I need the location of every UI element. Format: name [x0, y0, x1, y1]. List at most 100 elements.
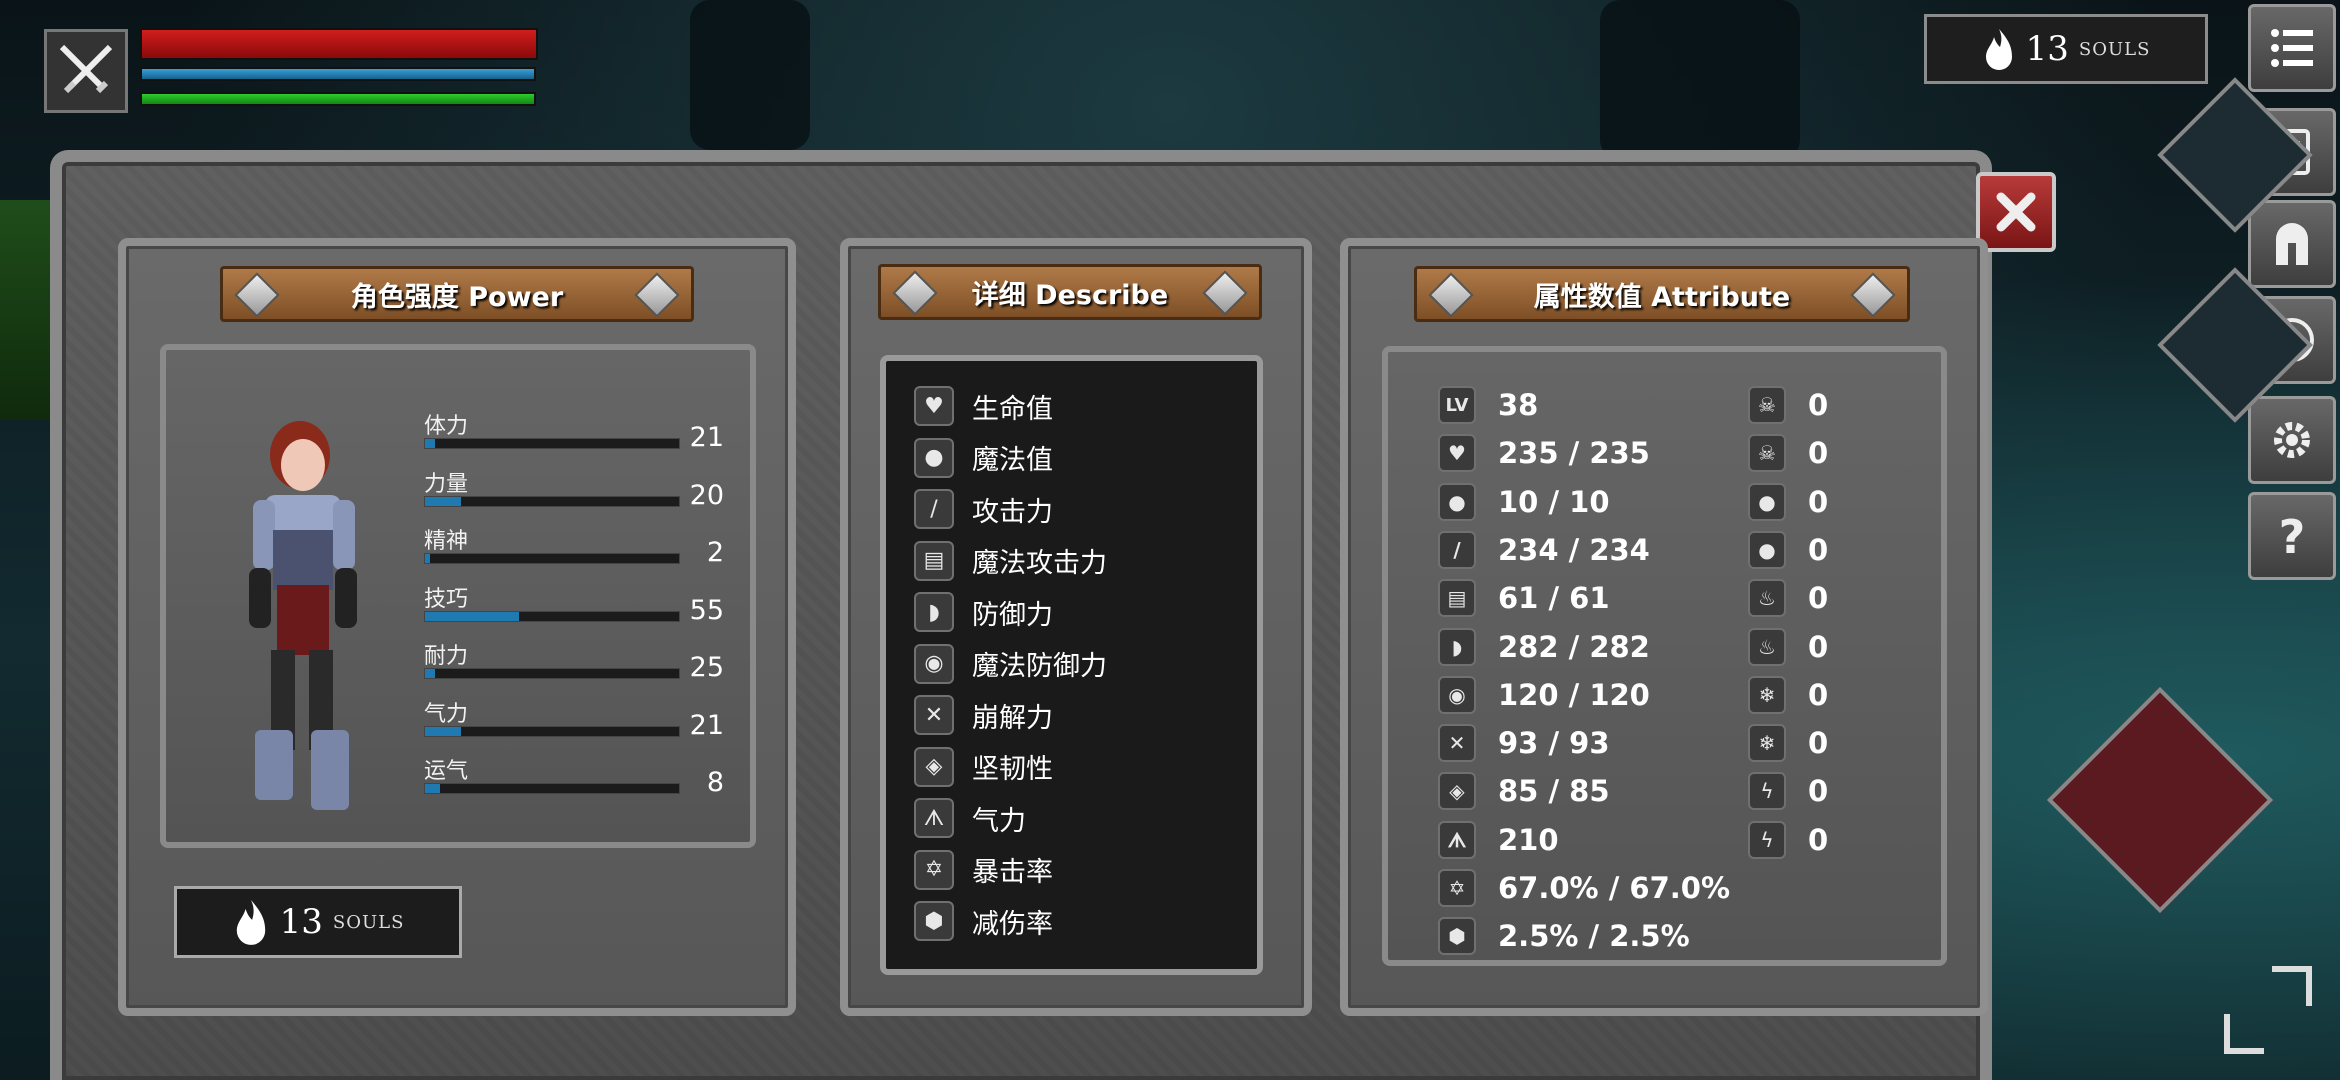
heart-icon: ♥	[914, 386, 954, 426]
stat-bar	[424, 610, 680, 622]
stat-label: 力量	[424, 471, 469, 497]
menu-list-button[interactable]	[2248, 4, 2336, 92]
resist-value: 0	[1808, 388, 1829, 422]
attribute-value: 38	[1498, 388, 1539, 422]
resist-row: ϟ0	[1748, 770, 1828, 812]
stat-bar-fill	[425, 439, 436, 448]
close-button[interactable]	[1976, 172, 2056, 252]
attribute-row: / 234 / 234	[1438, 529, 1650, 571]
souls-panel-count: 13	[279, 902, 323, 942]
attribute-row: ▤ 61 / 61	[1438, 577, 1610, 619]
close-icon	[1996, 192, 2036, 232]
describe-row: ♥ 生命值	[914, 384, 1053, 428]
souls-count: 13	[2025, 29, 2069, 69]
describe-row: ᗑ 气力	[914, 796, 1026, 840]
attribute-value: 234 / 234	[1498, 532, 1650, 567]
attribute-row: ♥ 235 / 235	[1438, 432, 1650, 474]
stat-bar-fill	[425, 669, 436, 678]
corner-marker	[2272, 966, 2312, 1006]
helmet-icon: ◈	[1438, 772, 1476, 811]
flame-icon	[236, 900, 265, 945]
resist-row: ♨ 0	[1748, 626, 1828, 668]
break-icon: ✕	[914, 695, 954, 735]
resist-value: 0	[1808, 726, 1829, 761]
stat-bar-fill	[425, 611, 519, 621]
stat-label: 运气	[424, 759, 469, 784]
damage-reduction-icon: ⬢	[914, 901, 954, 941]
power-stat-row: 精神 2	[424, 523, 724, 573]
stat-value: 21	[689, 422, 724, 453]
attribute-value: 67.0% / 67.0%	[1498, 871, 1730, 905]
describe-row: / 攻击力	[914, 487, 1053, 531]
gear-icon	[2274, 422, 2310, 458]
resist-value: 0	[1808, 436, 1829, 471]
attribute-row: ◗ 282 / 282	[1438, 626, 1650, 668]
souls-panel-label: SOULS	[332, 911, 405, 933]
describe-label: 暴击率	[972, 857, 1053, 888]
power-stat-row: 力量 20	[424, 466, 724, 516]
power-stat-row: 运气 8	[424, 753, 724, 803]
stat-bar-fill	[425, 784, 441, 793]
settings-button[interactable]	[2248, 396, 2336, 484]
magic-shield-icon: ◉	[914, 643, 954, 684]
resist-row: ϟ0	[1748, 819, 1828, 861]
poison-resist-icon: ☠	[1748, 434, 1786, 473]
describe-label: 气力	[972, 805, 1026, 837]
describe-label: 魔法攻击力	[972, 548, 1107, 579]
describe-label: 攻击力	[972, 496, 1053, 528]
stat-label: 技巧	[424, 586, 469, 612]
resist-row: ❄ 0	[1748, 722, 1828, 764]
flame-icon	[1985, 29, 2012, 70]
describe-title: 详细 Describe	[971, 279, 1169, 311]
stat-value: 20	[689, 479, 724, 511]
attribute-value: 85 / 85	[1498, 774, 1610, 809]
help-button[interactable]: ?	[2248, 492, 2336, 580]
lightning-icon: ϟ	[1748, 772, 1786, 811]
describe-label: 减伤率	[972, 908, 1053, 940]
describe-row: ● 魔法值	[914, 436, 1053, 480]
resist-row: ☠ 0	[1748, 384, 1828, 426]
resist-value: 0	[1808, 774, 1829, 809]
attribute-row: LV 38	[1438, 384, 1538, 426]
resist-row: ● 0	[1748, 529, 1828, 571]
break-icon: ✕	[1438, 724, 1476, 763]
souls-panel: 13 SOULS	[174, 886, 462, 958]
resist-value: 0	[1808, 629, 1829, 664]
svg-text:?: ?	[2279, 511, 2306, 561]
stat-bar-fill	[425, 554, 431, 563]
crit-star-icon: ✡	[914, 849, 954, 890]
describe-label: 防御力	[972, 599, 1053, 631]
describe-row: ◗ 防御力	[914, 590, 1053, 634]
corner-marker	[2224, 1014, 2264, 1054]
describe-label: 魔法防御力	[972, 651, 1107, 682]
stat-bar	[424, 495, 680, 507]
describe-label: 魔法值	[972, 445, 1053, 476]
stat-value: 2	[706, 537, 724, 568]
souls-counter: 13 SOULS	[1924, 14, 2208, 84]
describe-label: 生命值	[972, 393, 1053, 425]
equipment-button[interactable]	[2248, 200, 2336, 288]
helmet-icon: ◈	[914, 746, 954, 787]
stat-value: 25	[689, 652, 724, 683]
power-stat-row: 体力 21	[424, 408, 724, 458]
attribute-value: 2.5% / 2.5%	[1498, 919, 1690, 954]
head-icon: ●	[914, 437, 954, 478]
power-title: 角色强度 Power	[350, 281, 564, 313]
stat-bar-fill	[425, 496, 461, 506]
stat-bar	[424, 725, 680, 737]
head-icon: ●	[1438, 482, 1476, 521]
help-icon: ?	[2279, 511, 2306, 561]
crossed-swords-icon[interactable]	[44, 29, 128, 113]
attribute-value: 10 / 10	[1498, 484, 1610, 519]
lightning-resist-icon: ϟ	[1748, 820, 1786, 859]
damage-reduction-icon: ⬢	[1438, 917, 1476, 956]
bleed-resist-icon: ●	[1748, 530, 1786, 569]
describe-row: ✡ 暴击率	[914, 848, 1053, 892]
power-title-plank: 角色强度 Power	[220, 266, 694, 322]
lv-icon: LV	[1438, 386, 1476, 424]
fire-icon: ♨	[1748, 579, 1786, 618]
attribute-row: ✡ 67.0% / 67.0%	[1438, 867, 1730, 909]
shield-icon: ◗	[1438, 627, 1476, 666]
stat-label: 精神	[424, 529, 469, 554]
describe-title-plank: 详细 Describe	[878, 264, 1262, 320]
